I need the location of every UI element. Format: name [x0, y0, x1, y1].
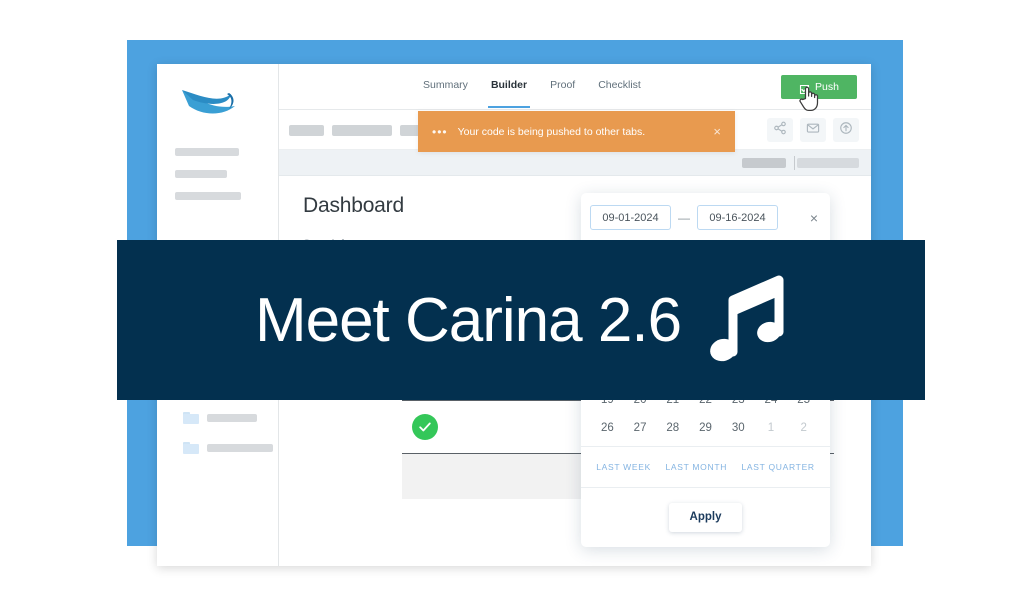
toast-message: Your code is being pushed to other tabs.	[457, 125, 646, 138]
wave-logo	[179, 84, 243, 124]
share-button[interactable]	[767, 118, 793, 142]
subbar-divider	[794, 156, 795, 170]
tab-summary[interactable]: Summary	[423, 79, 468, 94]
toast-notification: ••• Your code is being pushed to other t…	[418, 111, 735, 152]
sidebar-folder-label-1	[207, 414, 257, 422]
mail-icon	[806, 121, 820, 140]
push-icon	[799, 82, 810, 94]
sidebar-nav-placeholder-3[interactable]	[175, 192, 241, 200]
calendar-day[interactable]: 29	[689, 422, 722, 434]
folder-icon	[183, 412, 199, 424]
quick-range-links: LAST WEEK LAST MONTH LAST QUARTER	[581, 446, 830, 487]
push-button-label: Push	[815, 81, 839, 93]
hero-banner: Meet Carina 2.6	[117, 240, 925, 400]
toolbar-chip-2[interactable]	[332, 125, 392, 136]
mail-button[interactable]	[800, 118, 826, 142]
music-note-icon	[707, 274, 787, 366]
loading-dots-icon: •••	[432, 124, 448, 139]
screenshot-stage: Summary Builder Proof Checklist Push Das…	[0, 0, 1024, 600]
close-icon[interactable]: ×	[713, 125, 721, 138]
apply-button[interactable]: Apply	[669, 502, 742, 532]
close-icon[interactable]: ×	[810, 211, 818, 225]
sidebar-folder-label-2	[207, 444, 273, 452]
apply-button-container: Apply	[581, 487, 830, 547]
calendar-week-row: 26 27 28 29 30 1 2	[591, 414, 820, 442]
folder-icon	[183, 442, 199, 454]
sidebar-folder-item-1[interactable]	[183, 412, 257, 424]
hero-title: Meet Carina 2.6	[254, 285, 682, 355]
share-icon	[773, 121, 787, 140]
date-picker-header: 09-01-2024 — 09-16-2024 ×	[581, 193, 830, 242]
start-date-field[interactable]: 09-01-2024	[590, 205, 671, 230]
tab-builder[interactable]: Builder	[487, 79, 531, 108]
upload-cloud-icon	[839, 121, 853, 140]
calendar-day[interactable]: 30	[722, 422, 755, 434]
quick-range-last-week[interactable]: LAST WEEK	[596, 462, 651, 472]
subbar-pill-1[interactable]	[742, 158, 786, 168]
toolbar-chip-1[interactable]	[289, 125, 324, 136]
sidebar-nav-placeholder-2[interactable]	[175, 170, 227, 178]
end-date-field[interactable]: 09-16-2024	[697, 205, 778, 230]
calendar-day[interactable]: 28	[656, 422, 689, 434]
tab-proof[interactable]: Proof	[550, 79, 575, 94]
green-check-icon	[412, 414, 438, 440]
toolbar-icon-buttons	[767, 118, 859, 142]
quick-range-last-quarter[interactable]: LAST QUARTER	[742, 462, 815, 472]
quick-range-last-month[interactable]: LAST MONTH	[665, 462, 727, 472]
nav-tabs: Summary Builder Proof Checklist	[423, 79, 641, 108]
sidebar-nav-placeholder-1[interactable]	[175, 148, 239, 156]
top-navigation: Summary Builder Proof Checklist Push	[279, 64, 871, 110]
tab-checklist[interactable]: Checklist	[598, 79, 641, 94]
sub-toolbar	[279, 150, 871, 176]
calendar-day-next-month[interactable]: 1	[755, 422, 788, 434]
upload-button[interactable]	[833, 118, 859, 142]
sidebar-folder-item-2[interactable]	[183, 442, 273, 454]
push-button[interactable]: Push	[781, 75, 857, 99]
date-range-separator: —	[678, 210, 690, 225]
calendar-day[interactable]: 26	[591, 422, 624, 434]
subbar-pill-2[interactable]	[797, 158, 859, 168]
calendar-day-next-month[interactable]: 2	[787, 422, 820, 434]
calendar-day[interactable]: 27	[624, 422, 657, 434]
